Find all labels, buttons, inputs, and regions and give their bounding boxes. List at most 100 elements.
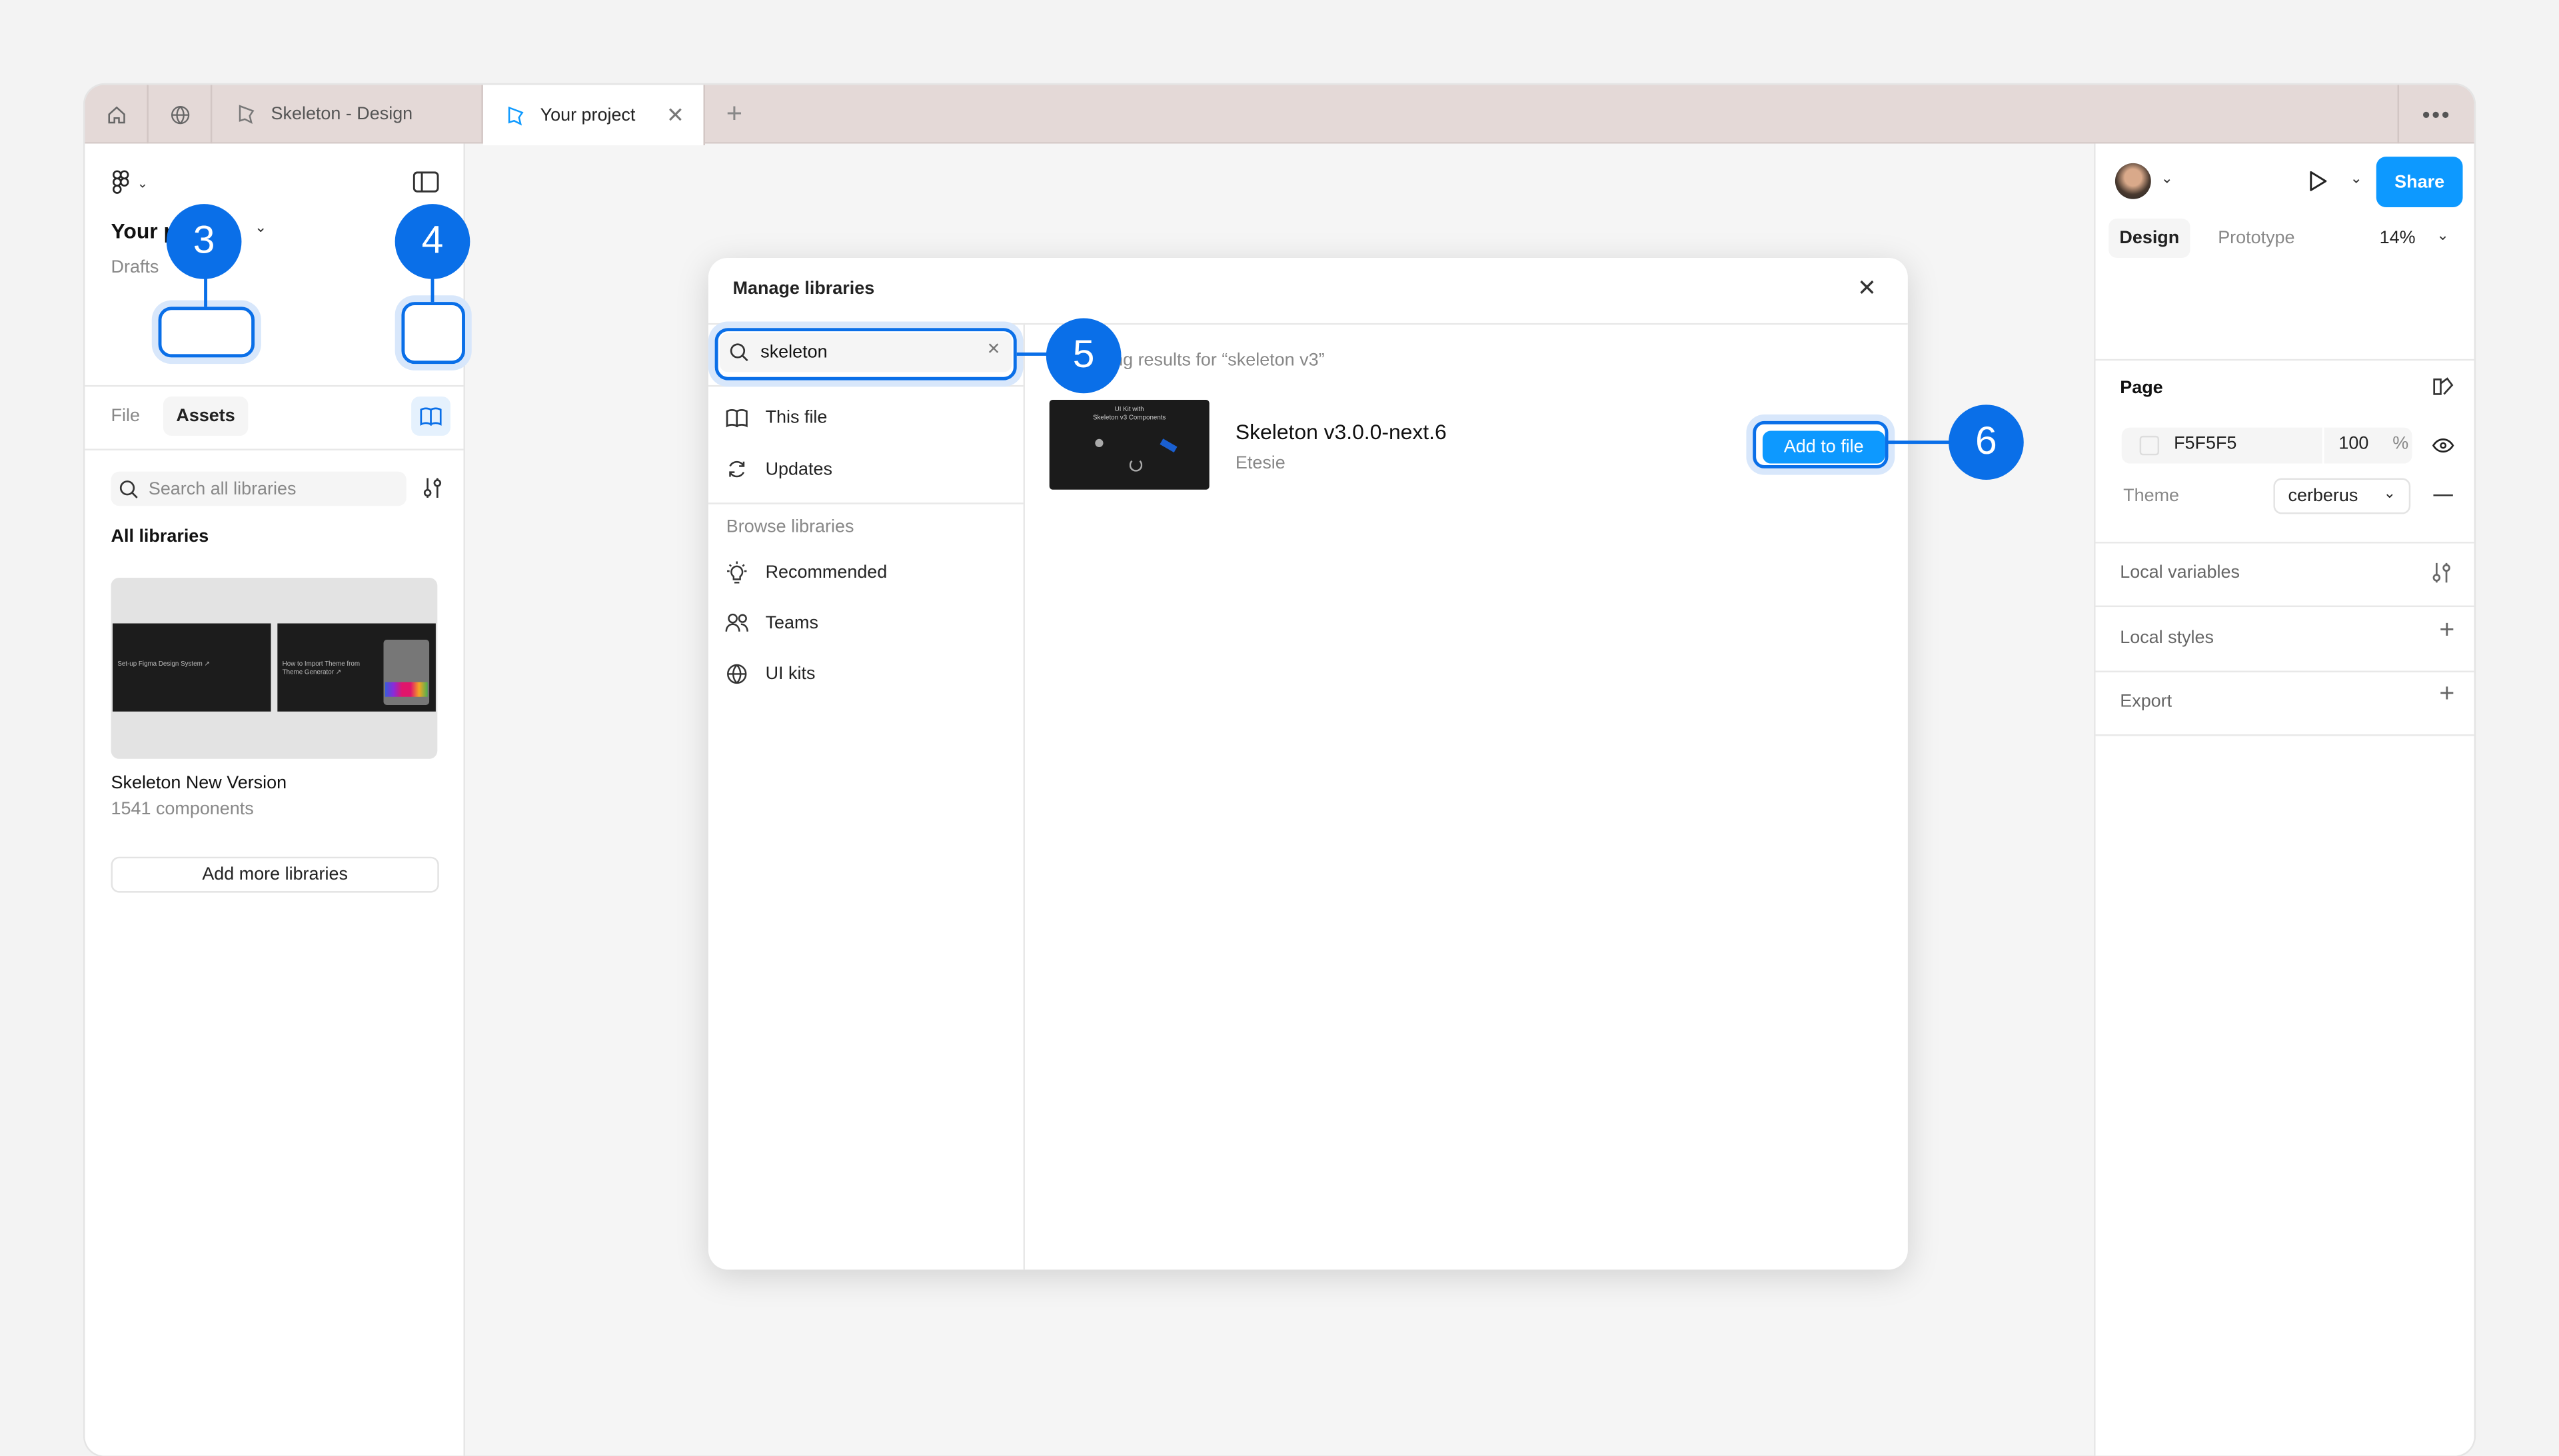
remove-mode-icon[interactable]: [2433, 494, 2453, 496]
thumb-text: How to Import Theme from Theme Generator…: [282, 659, 361, 676]
right-panel: ⌄ ⌄ Share Design Prototype 14% ⌄ Page F5…: [2094, 143, 2474, 1456]
divider: [1023, 323, 1025, 1270]
eye-icon[interactable]: [2432, 437, 2454, 453]
chevron-down-icon[interactable]: ⌄: [2350, 170, 2362, 188]
thumb-card-import: How to Import Theme from Theme Generator…: [277, 623, 436, 712]
nav-label: UI kits: [765, 664, 816, 684]
book-icon: [726, 408, 748, 428]
nav-label: This file: [765, 408, 828, 428]
callout-line: [1888, 440, 1954, 444]
nav-updates[interactable]: Updates: [724, 458, 832, 480]
screen: Skeleton - Design Your project ✕ + ••• ⌄…: [0, 0, 2559, 1456]
fill-opacity[interactable]: 100: [2338, 434, 2368, 453]
book-icon: [420, 407, 442, 426]
highlight-add-to-file: [1753, 420, 1889, 468]
main-menu-button[interactable]: ⌄: [111, 170, 149, 196]
tab-bar: Skeleton - Design Your project ✕ + •••: [85, 85, 2474, 145]
nav-label: Recommended: [765, 562, 888, 583]
browse-heading: Browse libraries: [726, 517, 854, 537]
tab-skeleton-design[interactable]: Skeleton - Design: [212, 85, 483, 144]
library-thumbnail[interactable]: Set-up Figma Design System ↗ How to Impo…: [111, 577, 438, 759]
team-library-button[interactable]: [411, 396, 450, 436]
add-style-plus-icon[interactable]: +: [2439, 617, 2454, 646]
share-button[interactable]: Share: [2376, 157, 2463, 208]
chevron-down-icon: ⌄: [137, 175, 149, 191]
search-placeholder: Search all libraries: [148, 478, 297, 499]
close-tab-icon[interactable]: ✕: [666, 102, 684, 128]
tab-community[interactable]: [149, 85, 213, 144]
highlight-search: [714, 328, 1017, 380]
thumb-card-setup: Set-up Figma Design System ↗: [112, 623, 271, 712]
app-window: Skeleton - Design Your project ✕ + ••• ⌄…: [85, 85, 2474, 1456]
page-fill-input[interactable]: F5F5F5 100 %: [2121, 427, 2412, 464]
chevron-down-icon[interactable]: ⌄: [2436, 227, 2448, 245]
present-play-icon[interactable]: [2308, 170, 2329, 193]
divider: [708, 384, 1024, 387]
close-dialog-icon[interactable]: ✕: [1857, 274, 1877, 302]
percent-sign: %: [2392, 434, 2409, 454]
thumb-spinner: [1129, 458, 1143, 472]
figma-logo-icon: [113, 170, 129, 194]
project-location[interactable]: Drafts: [111, 258, 159, 277]
people-icon: [725, 613, 748, 632]
chevron-down-icon: ⌄: [2383, 484, 2396, 501]
filter-icon[interactable]: [423, 476, 442, 499]
theme-label: Theme: [2123, 486, 2180, 506]
library-search-input[interactable]: Search all libraries: [111, 471, 407, 506]
chevron-down-icon[interactable]: ⌄: [2160, 170, 2172, 188]
nav-recommended[interactable]: Recommended: [724, 561, 887, 584]
export-label[interactable]: Export: [2120, 692, 2172, 711]
tab-your-project[interactable]: Your project ✕: [482, 85, 705, 145]
home-icon: [107, 105, 125, 123]
lightbulb-icon: [727, 561, 747, 584]
styles-icon[interactable]: [2432, 377, 2454, 396]
library-name[interactable]: Skeleton New Version: [111, 774, 287, 793]
tab-home[interactable]: [85, 85, 149, 144]
all-libraries-heading: All libraries: [111, 527, 209, 547]
nav-ui-kits[interactable]: UI kits: [724, 662, 815, 685]
globe-icon: [727, 664, 747, 684]
nav-label: Updates: [765, 459, 832, 479]
nav-teams[interactable]: Teams: [724, 612, 818, 633]
local-styles-label[interactable]: Local styles: [2120, 628, 2214, 648]
zoom-level[interactable]: 14%: [2380, 229, 2416, 248]
thumb-chip: [1160, 438, 1178, 452]
variables-icon[interactable]: [2432, 561, 2451, 584]
pen-file-icon: [508, 105, 524, 125]
search-icon: [119, 479, 138, 498]
divider: [2322, 427, 2324, 464]
theme-select[interactable]: cerberus ⌄: [2273, 478, 2411, 514]
tab-file[interactable]: File: [111, 406, 140, 426]
toggle-sidebar-icon[interactable]: [413, 171, 439, 193]
tab-label: Skeleton - Design: [271, 104, 413, 125]
dialog-title: Manage libraries: [732, 279, 875, 299]
theme-value: cerberus: [2288, 486, 2358, 506]
highlight-assets: [158, 307, 255, 358]
result-thumbnail[interactable]: UI Kit with Skeleton v3 Components: [1049, 400, 1210, 490]
tab-assets[interactable]: Assets: [163, 396, 249, 436]
tab-prototype[interactable]: Prototype: [2218, 229, 2294, 248]
more-options-icon[interactable]: •••: [2397, 85, 2474, 144]
tab-design[interactable]: Design: [2109, 219, 2190, 258]
annotation-badge-3: 3: [166, 204, 242, 279]
library-count: 1541 components: [111, 800, 254, 820]
fill-hex[interactable]: F5F5F5: [2174, 434, 2236, 453]
add-export-plus-icon[interactable]: +: [2439, 680, 2454, 710]
chevron-down-icon[interactable]: ⌄: [255, 219, 267, 237]
new-tab-plus-icon[interactable]: +: [726, 98, 742, 131]
divider: [708, 502, 1024, 504]
result-name[interactable]: Skeleton v3.0.0-next.6: [1236, 419, 1447, 444]
nav-label: Teams: [765, 612, 818, 632]
refresh-icon: [729, 460, 745, 478]
callout-line: [1016, 352, 1050, 356]
thumb-line: UI Kit with: [1114, 404, 1144, 413]
nav-this-file[interactable]: This file: [724, 408, 828, 428]
manage-libraries-dialog: Manage libraries ✕ skeleton ✕ This file …: [708, 257, 1908, 1270]
user-avatar[interactable]: [2115, 163, 2151, 199]
callout-line: [430, 277, 434, 303]
color-swatch[interactable]: [2139, 435, 2160, 456]
local-variables-label[interactable]: Local variables: [2120, 563, 2240, 582]
annotation-badge-6: 6: [1949, 404, 2024, 480]
add-more-libraries-button[interactable]: Add more libraries: [111, 856, 439, 893]
tab-label: Your project: [540, 105, 636, 125]
